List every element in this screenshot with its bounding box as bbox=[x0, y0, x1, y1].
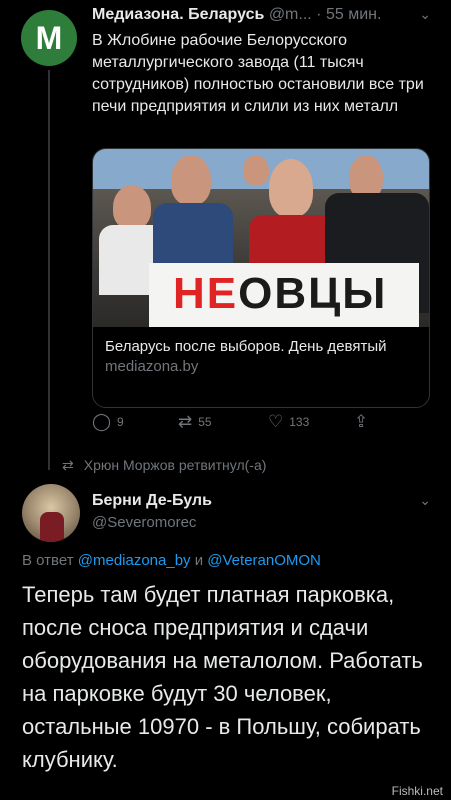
reply-count: 9 bbox=[117, 415, 124, 429]
link-card[interactable]: НЕОВЦЫ Беларусь после выборов. День девя… bbox=[92, 148, 430, 408]
tweet-mediazona[interactable]: M Медиазона. Беларусь @m... · 55 мин. ⌄ … bbox=[0, 0, 451, 470]
banner-text: НЕОВЦЫ bbox=[173, 269, 387, 319]
reply-user-link[interactable]: @mediazona_by bbox=[78, 552, 191, 569]
author-handle[interactable]: @Severomorec bbox=[92, 514, 196, 531]
author-handle[interactable]: @m... bbox=[269, 6, 312, 23]
tweet-header: Медиазона. Беларусь @m... · 55 мин. bbox=[92, 6, 432, 24]
share-icon: ⇪ bbox=[354, 412, 369, 431]
tweet-text: В Жлобине рабочие Белорусского металлург… bbox=[92, 32, 424, 115]
thread-line bbox=[48, 70, 50, 470]
card-image[interactable]: НЕОВЦЫ bbox=[93, 149, 429, 327]
retweet-icon: ⇄ bbox=[178, 412, 193, 431]
like-button[interactable]: ♡ 133 bbox=[268, 412, 309, 432]
card-title: Беларусь после выборов. День девятый bbox=[105, 338, 387, 355]
reply-and: и bbox=[194, 552, 204, 569]
heart-icon: ♡ bbox=[268, 412, 284, 431]
reply-to: В ответ @mediazona_by и @VeteranOMON bbox=[22, 552, 321, 569]
tweet-actions: ◯ 9 ⇄ 55 ♡ 133 ⇪ bbox=[92, 412, 402, 436]
chevron-down-icon[interactable]: ⌄ bbox=[419, 492, 431, 509]
banner-red: НЕ bbox=[173, 269, 239, 318]
avatar[interactable] bbox=[22, 484, 80, 542]
tweet-reply[interactable]: Берни Де-Буль @Severomorec ⌄ В ответ @me… bbox=[0, 478, 451, 800]
banner-dark: ОВЦЫ bbox=[238, 269, 388, 318]
reply-button[interactable]: ◯ 9 bbox=[92, 412, 124, 432]
card-domain: mediazona.by bbox=[105, 358, 199, 375]
avatar[interactable]: M bbox=[21, 10, 77, 66]
retweet-label: Хрюн Моржов ретвитнул(-а) bbox=[83, 457, 267, 473]
author-name[interactable]: Берни Де-Буль bbox=[92, 492, 212, 510]
share-button[interactable]: ⇪ bbox=[354, 412, 368, 432]
reply-prefix: В ответ bbox=[22, 552, 74, 569]
retweet-context[interactable]: ⇄ Хрюн Моржов ретвитнул(-а) bbox=[62, 457, 266, 474]
card-body[interactable]: Беларусь после выборов. День девятый med… bbox=[93, 327, 429, 387]
retweet-icon: ⇄ bbox=[62, 457, 74, 473]
comment-icon: ◯ bbox=[92, 412, 112, 431]
chevron-down-icon[interactable]: ⌄ bbox=[419, 6, 431, 23]
retweet-count: 55 bbox=[198, 415, 212, 429]
watermark: Fishki.net bbox=[391, 784, 443, 798]
like-count: 133 bbox=[289, 415, 310, 429]
avatar-letter: M bbox=[35, 19, 63, 56]
author-name[interactable]: Медиазона. Беларусь bbox=[92, 6, 264, 23]
tweet-text: Теперь там будет платная парковка, после… bbox=[22, 582, 423, 772]
retweet-button[interactable]: ⇄ 55 bbox=[178, 412, 212, 432]
reply-user-link[interactable]: @VeteranOMON bbox=[207, 552, 321, 569]
tweet-time[interactable]: · 55 мин. bbox=[316, 6, 381, 23]
